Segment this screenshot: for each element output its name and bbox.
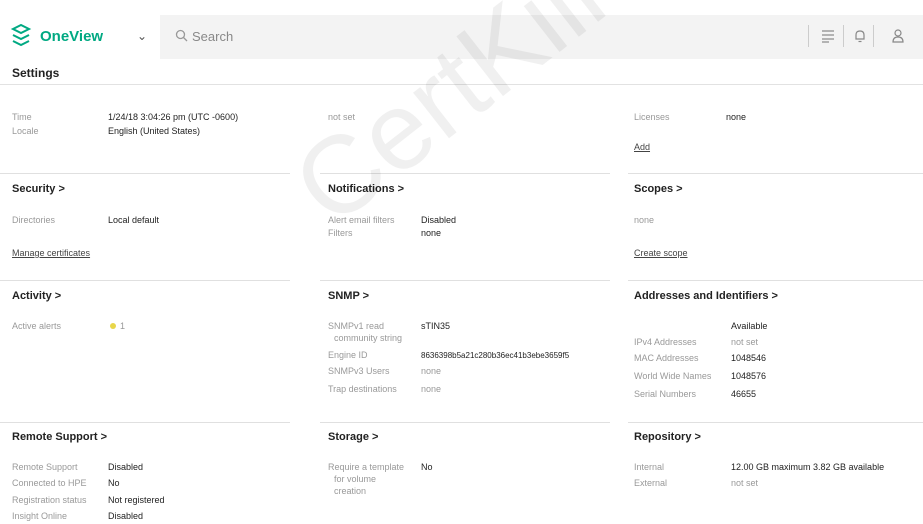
registration-status-label: Registration status	[12, 495, 87, 505]
section-divider	[320, 173, 610, 174]
section-divider	[320, 280, 610, 281]
internal-repo-value: 12.00 GB maximum 3.82 GB available	[731, 462, 885, 472]
bell-icon[interactable]	[852, 28, 868, 44]
toolbar-divider	[843, 25, 844, 47]
top-bar: OneView ⌄ Search	[0, 0, 923, 60]
engine-id-value: 8636398b5a21c280b36ec41b3ebe3659f5	[421, 351, 570, 360]
licenses-label: Licenses	[634, 112, 670, 122]
insight-online-value: Disabled	[108, 511, 144, 521]
active-alerts-value[interactable]: 1	[120, 321, 125, 332]
ipv4-value: not set	[731, 337, 759, 347]
section-divider	[320, 422, 610, 423]
require-template-value: No	[421, 462, 433, 472]
filters-value: none	[421, 228, 442, 238]
section-divider	[0, 422, 290, 423]
general-middle-value: not set	[328, 112, 356, 122]
active-alerts-label: Active alerts	[12, 321, 62, 331]
alert-email-filters-label: Alert email filters	[328, 215, 395, 225]
connected-hpe-value: No	[108, 478, 120, 488]
serial-value: 46655	[731, 389, 757, 399]
create-scope-link[interactable]: Create scope	[634, 248, 688, 258]
section-divider	[0, 173, 290, 174]
serial-label: Serial Numbers	[634, 389, 697, 399]
app-name[interactable]: OneView	[40, 28, 103, 45]
licenses-value: none	[726, 112, 747, 122]
security-header[interactable]: Security >	[12, 183, 65, 195]
manage-certificates-link[interactable]: Manage certificates	[12, 248, 90, 258]
activity-header[interactable]: Activity >	[12, 290, 61, 302]
external-repo-label: External	[634, 478, 668, 488]
section-divider	[628, 422, 923, 423]
title-divider	[0, 84, 923, 85]
warning-status-icon	[110, 323, 116, 329]
engine-id-label: Engine ID	[328, 350, 368, 360]
list-icon[interactable]	[820, 28, 836, 44]
require-template-label-cont: for volume	[334, 474, 377, 484]
notifications-header[interactable]: Notifications >	[328, 183, 404, 195]
page-title: Settings	[12, 66, 60, 80]
wwn-value: 1048576	[731, 371, 767, 381]
snmpv3-users-value: none	[421, 366, 442, 376]
external-repo-value: not set	[731, 478, 759, 488]
trap-destinations-label: Trap destinations	[328, 384, 397, 394]
require-template-label-cont2: creation	[334, 486, 367, 496]
section-divider	[0, 280, 290, 281]
storage-header[interactable]: Storage >	[328, 431, 378, 443]
available-column-header: Available	[731, 321, 768, 331]
chevron-down-icon[interactable]: ⌄	[137, 29, 147, 43]
remote-support-header[interactable]: Remote Support >	[12, 431, 107, 443]
hpe-logo-icon[interactable]	[10, 24, 32, 48]
section-divider	[628, 173, 923, 174]
alert-email-filters-value: Disabled	[421, 215, 457, 225]
remote-support-value: Disabled	[108, 462, 144, 472]
repository-header[interactable]: Repository >	[634, 431, 701, 443]
time-value: 1/24/18 3:04:26 pm (UTC -0600)	[108, 112, 239, 122]
toolbar-divider	[873, 25, 874, 47]
ipv4-label: IPv4 Addresses	[634, 337, 697, 347]
insight-online-label: Insight Online	[12, 511, 68, 521]
search-input[interactable]: Search	[192, 29, 233, 44]
wwn-label: World Wide Names	[634, 371, 712, 381]
addresses-header[interactable]: Addresses and Identifiers >	[634, 290, 778, 302]
directories-label: Directories	[12, 215, 56, 225]
remote-support-label: Remote Support	[12, 462, 78, 472]
locale-label: Locale	[12, 126, 39, 136]
snmpv3-users-label: SNMPv3 Users	[328, 366, 390, 376]
snmp-read-label-cont: community string	[334, 333, 403, 343]
user-icon[interactable]	[890, 28, 906, 44]
registration-status-value: Not registered	[108, 495, 165, 505]
time-label: Time	[12, 112, 32, 122]
trap-destinations-value: none	[421, 384, 442, 394]
scopes-value: none	[634, 215, 655, 225]
connected-hpe-label: Connected to HPE	[12, 478, 87, 488]
mac-value: 1048546	[731, 353, 767, 363]
section-divider	[628, 280, 923, 281]
mac-label: MAC Addresses	[634, 353, 699, 363]
scopes-header[interactable]: Scopes >	[634, 183, 683, 195]
filters-label: Filters	[328, 228, 353, 238]
search-icon[interactable]	[175, 29, 188, 42]
locale-value: English (United States)	[108, 126, 201, 136]
snmp-header[interactable]: SNMP >	[328, 290, 369, 302]
toolbar-divider	[808, 25, 809, 47]
require-template-label: Require a template	[328, 462, 405, 472]
add-license-link[interactable]: Add	[634, 142, 650, 152]
directories-value: Local default	[108, 215, 160, 225]
internal-repo-label: Internal	[634, 462, 665, 472]
snmp-read-value: sTIN35	[421, 321, 451, 331]
snmp-read-label: SNMPv1 read	[328, 321, 385, 331]
